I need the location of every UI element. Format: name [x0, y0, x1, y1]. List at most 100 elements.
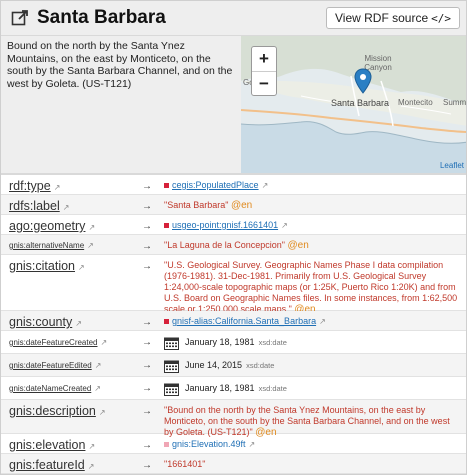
table-row: gnis:alternativeName ↗ → "La Laguna de la… [1, 235, 466, 255]
table-row: gnis:citation ↗ → "U.S. Geological Survey… [1, 255, 466, 315]
property-link[interactable]: gnis:dateFeatureCreated [9, 338, 98, 347]
property-link[interactable]: gnis:dateNameCreated [9, 384, 91, 393]
external-link-icon[interactable] [11, 9, 29, 27]
date-value: January 18, 1981 [185, 337, 255, 347]
map-zoom-control: + − [251, 46, 277, 96]
map-label-santa-barbara: Santa Barbara [331, 98, 390, 108]
table-row: gnis:featureId ↗ → "1661401" [1, 454, 466, 474]
zoom-out-button[interactable]: − [252, 71, 276, 95]
page-title: Santa Barbara [37, 7, 166, 28]
page: Santa Barbara View RDF source </> Bound o… [0, 0, 467, 475]
calendar-icon [164, 383, 179, 396]
property-name: gnis:alternativeName ↗ [1, 235, 142, 254]
table-row: gnis:dateNameCreated ↗ → January 18, 1981… [1, 377, 466, 400]
table-row: gnis:county ↗ → gnisf-alias:California.Sa… [1, 311, 466, 331]
value-link[interactable]: gnis:Elevation.49ft [172, 439, 246, 449]
table-row: rdf:type ↗ → cegis:PopulatedPlace ↗ [1, 175, 466, 195]
property-link[interactable]: gnis:description [9, 404, 96, 418]
map-label-summerland: Summe [443, 98, 467, 107]
external-link-icon[interactable]: ↗ [63, 203, 70, 212]
literal-value: "La Laguna de la Concepcion" [164, 240, 285, 250]
value-link[interactable]: gnisf-alias:California.Santa_Barbara [172, 316, 316, 326]
external-link-icon[interactable]: ↗ [249, 440, 256, 449]
property-value: January 18, 1981 xsd:date [162, 331, 466, 353]
arrow-icon: → [142, 440, 152, 451]
external-link-icon[interactable]: ↗ [87, 241, 94, 250]
date-value: January 18, 1981 [185, 383, 255, 393]
property-name: ago:geometry ↗ [1, 215, 142, 234]
red-square-icon [164, 319, 169, 325]
literal-value: "1661401" [164, 459, 206, 469]
value-link[interactable]: cegis:PopulatedPlace [172, 180, 259, 190]
external-link-icon[interactable]: ↗ [99, 408, 106, 417]
property-link[interactable]: gnis:citation [9, 259, 75, 273]
external-link-icon[interactable]: ↗ [319, 317, 326, 326]
property-value: usgeo-point:gnisf.1661401 ↗ [162, 215, 466, 234]
property-value: "U.S. Geological Survey. Geographic Name… [162, 255, 466, 315]
code-icon: </> [431, 12, 451, 25]
property-name: gnis:county ↗ [1, 311, 142, 330]
table-row: gnis:dateFeatureEdited ↗ → June 14, 2015 x… [1, 354, 466, 377]
datatype-label: xsd:date [258, 384, 287, 393]
external-link-icon[interactable]: ↗ [101, 338, 108, 347]
table-row: ago:geometry ↗ → usgeo-point:gnisf.166140… [1, 215, 466, 235]
property-link[interactable]: gnis:dateFeatureEdited [9, 361, 92, 370]
property-link[interactable]: gnis:featureId [9, 458, 85, 472]
property-name: gnis:citation ↗ [1, 255, 142, 310]
red-square-icon [164, 183, 169, 189]
map-marker-icon[interactable] [354, 68, 372, 94]
external-link-icon[interactable]: ↗ [54, 183, 61, 192]
value-link[interactable]: usgeo-point:gnisf.1661401 [172, 220, 278, 230]
external-link-icon[interactable]: ↗ [95, 361, 102, 370]
property-name: gnis:featureId ↗ [1, 454, 142, 473]
description-summary: Bound on the north by the Santa Ynez Mou… [1, 36, 241, 173]
arrow-icon: → [142, 337, 152, 348]
property-link[interactable]: rdf:type [9, 179, 51, 193]
language-tag: @en [230, 200, 253, 211]
zoom-in-button[interactable]: + [252, 47, 276, 71]
external-link-icon[interactable]: ↗ [281, 221, 288, 230]
external-link-icon[interactable]: ↗ [88, 223, 95, 232]
calendar-icon [164, 337, 179, 350]
arrow-icon: → [142, 383, 152, 394]
map[interactable]: Goleta Mission Canyon Santa Barbara Mont… [241, 36, 467, 173]
external-link-icon[interactable]: ↗ [94, 384, 101, 393]
pink-square-icon [164, 442, 169, 448]
property-value: gnis:Elevation.49ft ↗ [162, 434, 466, 453]
calendar-icon [164, 360, 179, 373]
property-value: gnisf-alias:California.Santa_Barbara ↗ [162, 311, 466, 330]
property-value: cegis:PopulatedPlace ↗ [162, 175, 466, 194]
property-name: rdfs:label ↗ [1, 195, 142, 214]
datatype-label: xsd:date [246, 361, 275, 370]
arrow-icon: → [142, 360, 152, 371]
arrow-icon: → [142, 241, 152, 252]
arrow-icon: → [142, 406, 152, 417]
property-link[interactable]: gnis:alternativeName [9, 241, 84, 250]
property-link[interactable]: gnis:elevation [9, 438, 85, 452]
property-link[interactable]: ago:geometry [9, 219, 85, 233]
external-link-icon[interactable]: ↗ [78, 263, 85, 272]
property-name: gnis:dateNameCreated ↗ [1, 377, 142, 399]
property-link[interactable]: rdfs:label [9, 199, 60, 213]
property-name: rdf:type ↗ [1, 175, 142, 194]
external-link-icon[interactable]: ↗ [88, 442, 95, 451]
view-rdf-source-button[interactable]: View RDF source </> [325, 7, 460, 29]
arrow-icon: → [142, 317, 152, 328]
table-row: rdfs:label ↗ → "Santa Barbara" @en [1, 195, 466, 215]
map-label-montecito: Montecito [398, 98, 433, 107]
external-link-icon[interactable]: ↗ [262, 181, 269, 190]
external-link-icon[interactable]: ↗ [75, 319, 82, 328]
property-name: gnis:dateFeatureCreated ↗ [1, 331, 142, 353]
arrow-icon: → [142, 201, 152, 212]
property-table: rdf:type ↗ → cegis:PopulatedPlace ↗ rdfs:l… [1, 175, 466, 474]
arrow-icon: → [142, 221, 152, 232]
header: Santa Barbara View RDF source </> [1, 1, 466, 36]
map-attribution-link[interactable]: Leaflet [440, 161, 464, 170]
arrow-icon: → [142, 460, 152, 471]
literal-value: "Bound on the north by the Santa Ynez Mo… [164, 405, 450, 437]
property-value: January 18, 1981 xsd:date [162, 377, 466, 399]
external-link-icon[interactable]: ↗ [88, 462, 95, 471]
property-value: "Santa Barbara" @en [162, 195, 466, 214]
property-value: June 14, 2015 xsd:date [162, 354, 466, 376]
property-link[interactable]: gnis:county [9, 315, 72, 329]
